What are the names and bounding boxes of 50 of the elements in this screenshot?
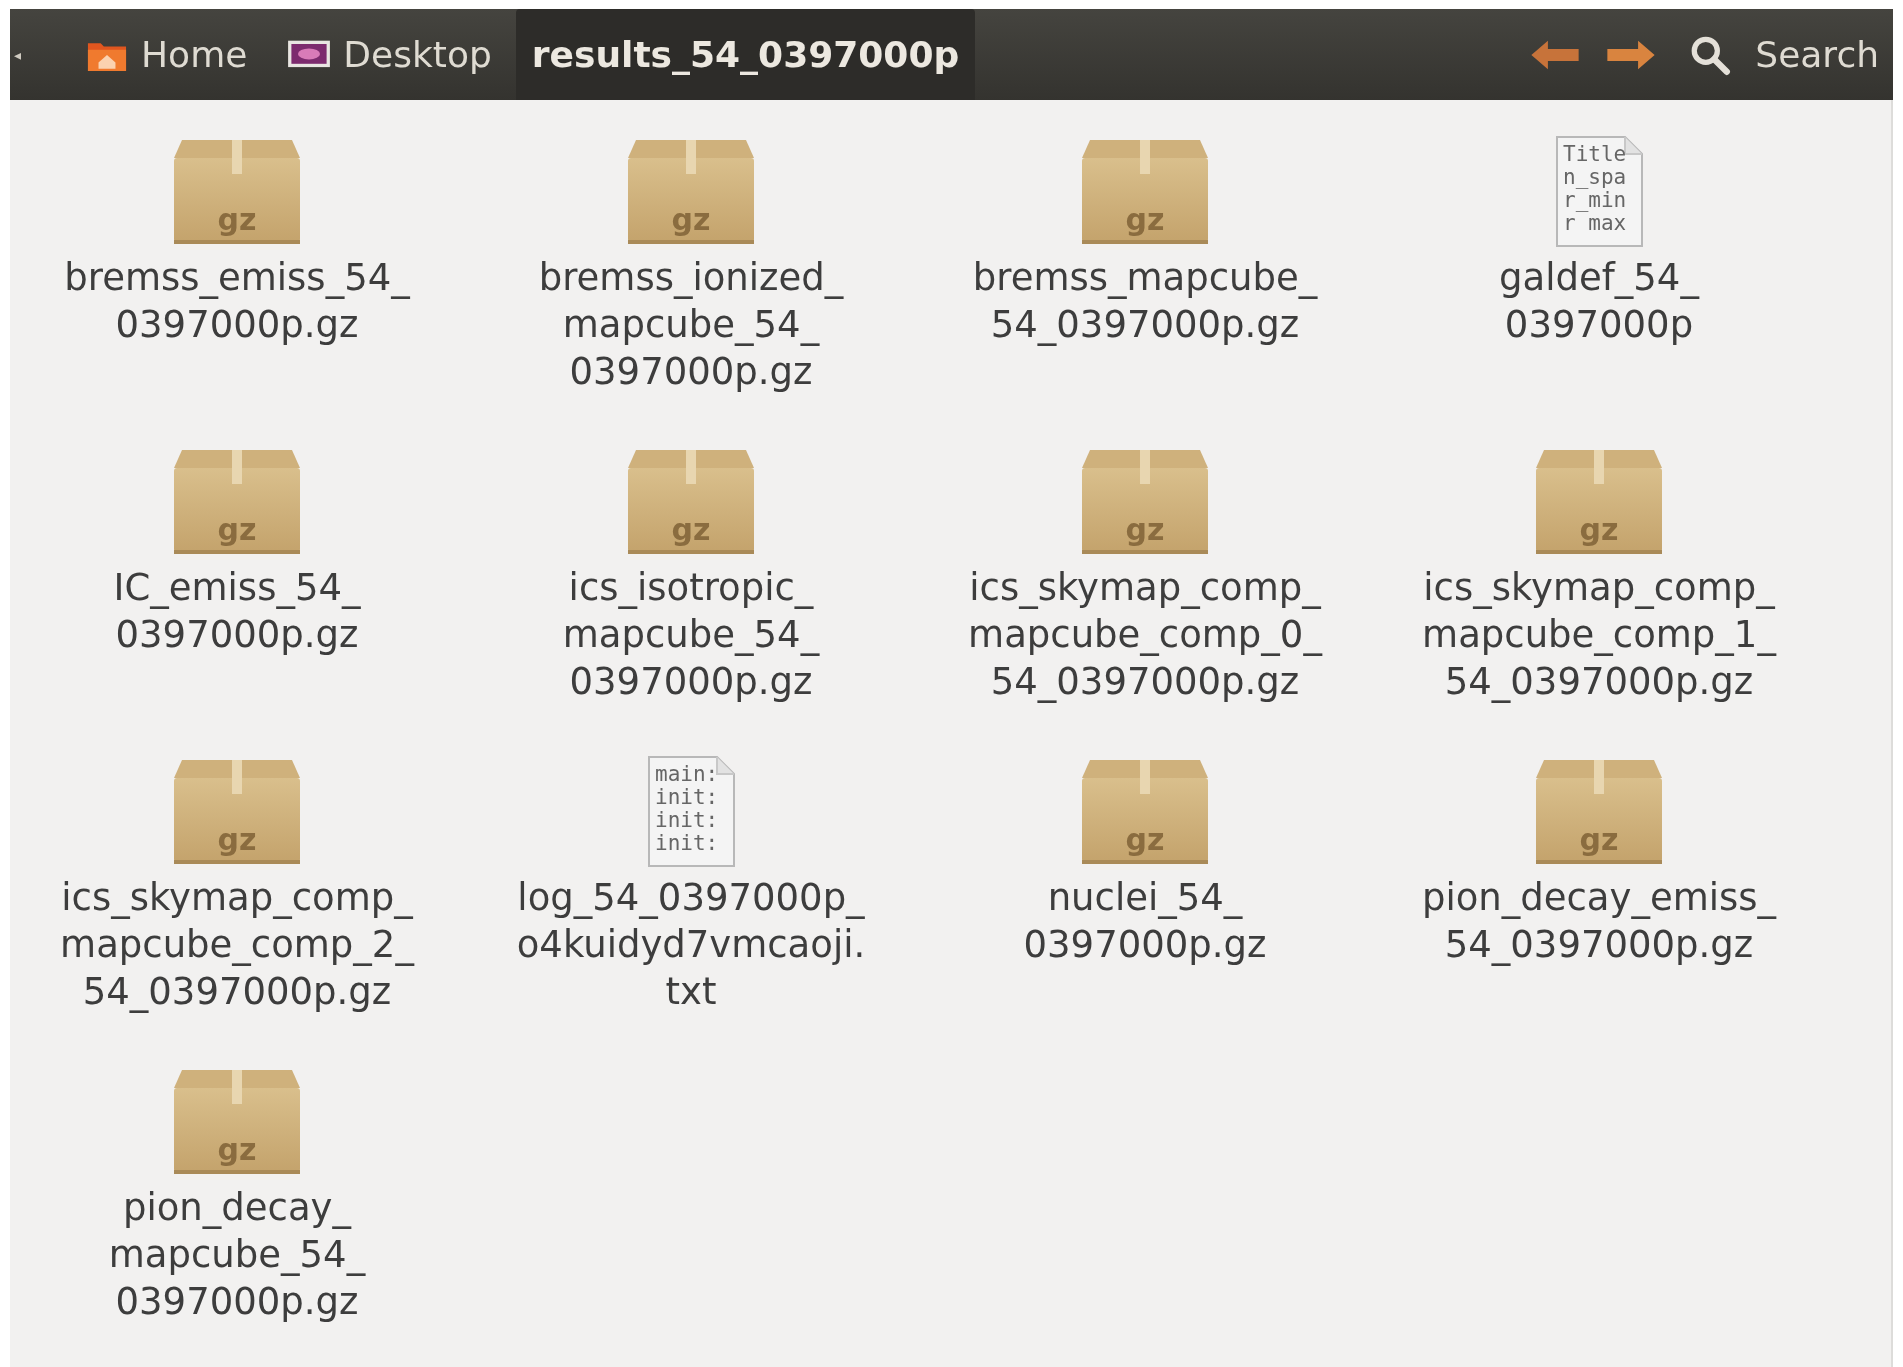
archive-box-icon	[628, 450, 754, 554]
archive-box-icon	[174, 140, 300, 244]
archive-box-icon	[1536, 760, 1662, 864]
file-type-label: gz	[217, 202, 257, 237]
file-name[interactable]: bremss_mapcube_ 54_0397000p.gz	[972, 254, 1318, 348]
breadcrumb-button[interactable]: results_54_0397000p	[515, 8, 976, 101]
search-button[interactable]: Search	[1755, 34, 1879, 75]
scroll-left-button[interactable]: ◂	[14, 46, 22, 63]
file-type-label: gz	[671, 512, 711, 547]
breadcrumb-button[interactable]: Desktop	[271, 8, 508, 101]
file-name[interactable]: galdef_54_ 0397000p	[1499, 254, 1699, 348]
archive-box-icon	[1082, 760, 1208, 864]
file-type-label: gz	[1125, 512, 1165, 547]
archive-box-icon	[1082, 140, 1208, 244]
file-name[interactable]: log_54_0397000p_ o4kuidyd7vmcaoji. txt	[516, 874, 866, 1015]
preview-line: init:	[655, 808, 719, 832]
file-type-label: gz	[217, 512, 257, 547]
file-type-label: gz	[1579, 512, 1619, 547]
file-name[interactable]: nuclei_54_ 0397000p.gz	[1023, 874, 1267, 968]
preview-line: r max	[1563, 211, 1627, 235]
file-type-label: gz	[1125, 202, 1165, 237]
file-name[interactable]: pion_decay_ mapcube_54_ 0397000p.gz	[108, 1184, 366, 1325]
file-name[interactable]: IC_emiss_54_ 0397000p.gz	[113, 564, 361, 658]
preview-line: n_spa	[1563, 165, 1627, 189]
file-name[interactable]: bremss_emiss_54_ 0397000p.gz	[64, 254, 410, 348]
preview-line: r_min	[1563, 188, 1627, 212]
file-name[interactable]: ics_skymap_comp_ mapcube_comp_0_ 54_0397000p.gz	[968, 564, 1322, 705]
breadcrumb-button[interactable]: Home	[69, 8, 264, 101]
file-type-label: gz	[217, 1132, 257, 1167]
archive-box-icon	[1082, 450, 1208, 554]
preview-line: Title	[1563, 142, 1627, 166]
file-type-label: gz	[671, 202, 711, 237]
document-icon	[1556, 136, 1643, 247]
file-type-label: gz	[1125, 822, 1165, 857]
file-type-label: gz	[1579, 822, 1619, 857]
file-name[interactable]: ics_skymap_comp_ mapcube_comp_2_ 54_0397000p.gz	[60, 874, 414, 1015]
archive-box-icon	[174, 450, 300, 554]
preview-line: main:	[655, 762, 719, 786]
document-icon	[648, 756, 735, 867]
file-type-label: gz	[217, 822, 257, 857]
file-name[interactable]: pion_decay_emiss_ 54_0397000p.gz	[1421, 874, 1777, 968]
archive-box-icon	[1536, 450, 1662, 554]
archive-box-icon	[628, 140, 754, 244]
file-name[interactable]: bremss_ionized_ mapcube_54_ 0397000p.gz	[538, 254, 844, 395]
preview-line: init:	[655, 785, 719, 809]
file-name[interactable]: ics_skymap_comp_ mapcube_comp_1_ 54_0397000p.gz	[1422, 564, 1776, 705]
archive-box-icon	[174, 760, 300, 864]
archive-box-icon	[174, 1070, 300, 1174]
file-name[interactable]: ics_isotropic_ mapcube_54_ 0397000p.gz	[562, 564, 820, 705]
preview-line: init:	[655, 831, 719, 855]
